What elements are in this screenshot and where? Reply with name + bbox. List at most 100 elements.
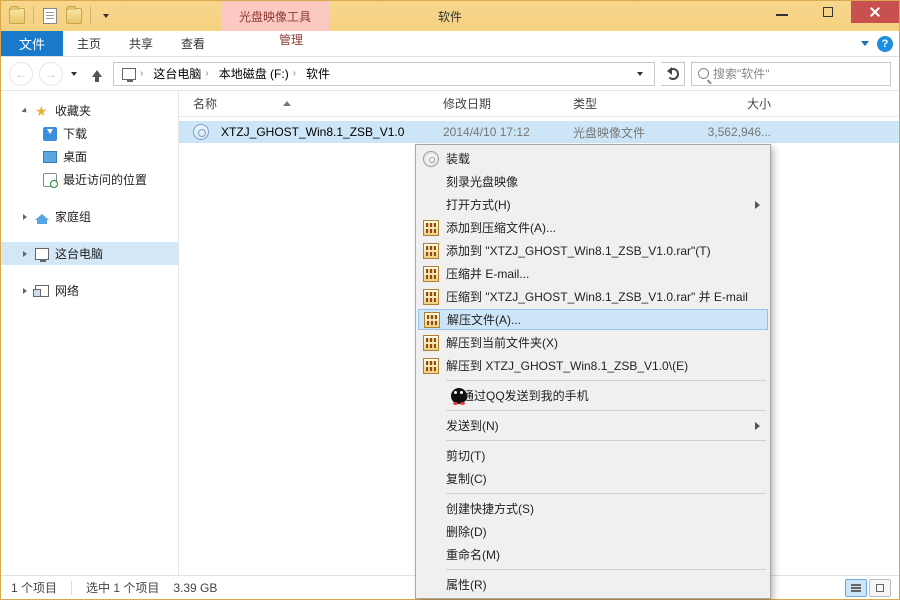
col-size[interactable]: 大小: [677, 95, 777, 112]
breadcrumb-seg-2[interactable]: 软件: [302, 65, 334, 82]
breadcrumb-label: 这台电脑: [153, 65, 201, 82]
ribbon-tab-manage[interactable]: 管理: [261, 31, 321, 48]
cm-label: 剪切(T): [446, 447, 485, 464]
cm-separator: [446, 569, 766, 570]
view-details-button[interactable]: [845, 579, 867, 597]
up-button[interactable]: [87, 64, 107, 84]
refresh-button[interactable]: [661, 62, 685, 86]
file-row[interactable]: XTZJ_GHOST_Win8.1_ZSB_V1.0 2014/4/10 17:…: [179, 121, 899, 143]
sidebar-label: 这台电脑: [55, 245, 103, 262]
status-selected: 选中 1 个项目: [86, 579, 159, 596]
qa-separator: [90, 6, 91, 24]
breadcrumb-seg-1[interactable]: 本地磁盘 (F:)›: [215, 65, 300, 82]
cm-addto-named[interactable]: 添加到 "XTZJ_GHOST_Win8.1_ZSB_V1.0.rar"(T): [418, 239, 768, 262]
sidebar-recent[interactable]: 最近访问的位置: [1, 168, 178, 191]
sidebar-label: 网络: [55, 282, 79, 299]
ribbon-collapse-button[interactable]: [861, 41, 869, 46]
expand-icon: [23, 214, 27, 220]
expand-icon: [23, 288, 27, 294]
qq-icon: [451, 388, 467, 404]
sidebar-label: 收藏夹: [55, 102, 91, 119]
col-name[interactable]: 名称: [187, 95, 437, 112]
view-thumbnails-button[interactable]: [869, 579, 891, 597]
breadcrumb-seg-0[interactable]: 这台电脑›: [149, 65, 212, 82]
sidebar-desktop[interactable]: 桌面: [1, 145, 178, 168]
cm-separator: [446, 410, 766, 411]
file-date: 2014/4/10 17:12: [437, 125, 567, 139]
recent-icon: [43, 173, 57, 187]
cm-label: 添加到压缩文件(A)...: [446, 219, 556, 236]
archive-icon: [423, 289, 439, 305]
breadcrumb-root-icon[interactable]: ›: [118, 68, 147, 80]
cm-extract-named[interactable]: 解压到 XTZJ_GHOST_Win8.1_ZSB_V1.0\(E): [418, 354, 768, 377]
status-size: 3.39 GB: [173, 581, 217, 595]
sidebar-favorites[interactable]: 收藏夹: [1, 99, 178, 122]
cm-separator: [446, 380, 766, 381]
cm-properties[interactable]: 属性(R): [418, 573, 768, 596]
network-icon: [35, 285, 49, 297]
cm-zip-email[interactable]: 压缩并 E-mail...: [418, 262, 768, 285]
cm-label: 装载: [446, 150, 470, 167]
cm-copy[interactable]: 复制(C): [418, 467, 768, 490]
sidebar-downloads[interactable]: 下载: [1, 122, 178, 145]
col-type[interactable]: 类型: [567, 95, 677, 112]
ribbon-tab-home[interactable]: 主页: [63, 31, 115, 56]
pc-icon: [35, 248, 49, 260]
help-icon[interactable]: ?: [877, 36, 893, 52]
cm-label: 重命名(M): [446, 546, 500, 563]
cm-delete[interactable]: 删除(D): [418, 520, 768, 543]
cm-extract[interactable]: 解压文件(A)...: [418, 309, 768, 330]
sidebar-label: 家庭组: [55, 208, 91, 225]
cm-label: 创建快捷方式(S): [446, 500, 534, 517]
column-headers: 名称 修改日期 类型 大小: [179, 91, 899, 117]
cm-zip-named-email[interactable]: 压缩到 "XTZJ_GHOST_Win8.1_ZSB_V1.0.rar" 并 E…: [418, 285, 768, 308]
list-view-icon: [851, 587, 861, 589]
download-icon: [43, 127, 57, 141]
sidebar-label: 桌面: [63, 148, 87, 165]
qa-newfolder-icon[interactable]: [64, 6, 84, 26]
status-count: 1 个项目: [11, 579, 57, 596]
sidebar-thispc[interactable]: 这台电脑: [1, 242, 178, 265]
col-date[interactable]: 修改日期: [437, 95, 567, 112]
cm-label: 属性(R): [446, 576, 487, 593]
forward-button[interactable]: →: [39, 62, 63, 86]
qa-customize-button[interactable]: [97, 6, 117, 26]
cm-openwith[interactable]: 打开方式(H): [418, 193, 768, 216]
maximize-button[interactable]: [805, 1, 851, 23]
cm-addarchive[interactable]: 添加到压缩文件(A)...: [418, 216, 768, 239]
archive-icon: [424, 312, 440, 328]
archive-icon: [423, 220, 439, 236]
sidebar-network[interactable]: 网络: [1, 279, 178, 302]
cm-mount[interactable]: 装载: [418, 147, 768, 170]
ribbon: 文件 主页 共享 查看 管理 ?: [1, 31, 899, 57]
ribbon-tab-file[interactable]: 文件: [1, 31, 63, 56]
sidebar-homegroup[interactable]: 家庭组: [1, 205, 178, 228]
cm-separator: [446, 440, 766, 441]
history-dropdown[interactable]: [71, 70, 79, 78]
expand-icon: [23, 251, 27, 257]
cm-label: 刻录光盘映像: [446, 173, 518, 190]
qa-properties-icon[interactable]: [40, 6, 60, 26]
minimize-button[interactable]: [759, 1, 805, 23]
cm-qq-send[interactable]: 通过QQ发送到我的手机: [418, 384, 768, 407]
search-icon: [698, 68, 709, 79]
ribbon-tab-view[interactable]: 查看: [167, 31, 219, 56]
ribbon-tab-share[interactable]: 共享: [115, 31, 167, 56]
search-input[interactable]: 搜索"软件": [691, 62, 891, 86]
app-folder-icon[interactable]: [7, 6, 27, 26]
cm-shortcut[interactable]: 创建快捷方式(S): [418, 497, 768, 520]
cm-extract-here[interactable]: 解压到当前文件夹(X): [418, 331, 768, 354]
address-dropdown[interactable]: [632, 70, 650, 78]
cm-label: 解压文件(A)...: [447, 311, 521, 328]
cm-burn[interactable]: 刻录光盘映像: [418, 170, 768, 193]
breadcrumb-label: 软件: [306, 65, 330, 82]
back-button[interactable]: ←: [9, 62, 33, 86]
cm-sendto[interactable]: 发送到(N): [418, 414, 768, 437]
star-icon: [35, 104, 49, 118]
close-button[interactable]: [851, 1, 899, 23]
iso-file-icon: [193, 124, 209, 140]
cm-label: 删除(D): [446, 523, 487, 540]
address-bar[interactable]: › 这台电脑› 本地磁盘 (F:)› 软件: [113, 62, 655, 86]
cm-rename[interactable]: 重命名(M): [418, 543, 768, 566]
cm-cut[interactable]: 剪切(T): [418, 444, 768, 467]
